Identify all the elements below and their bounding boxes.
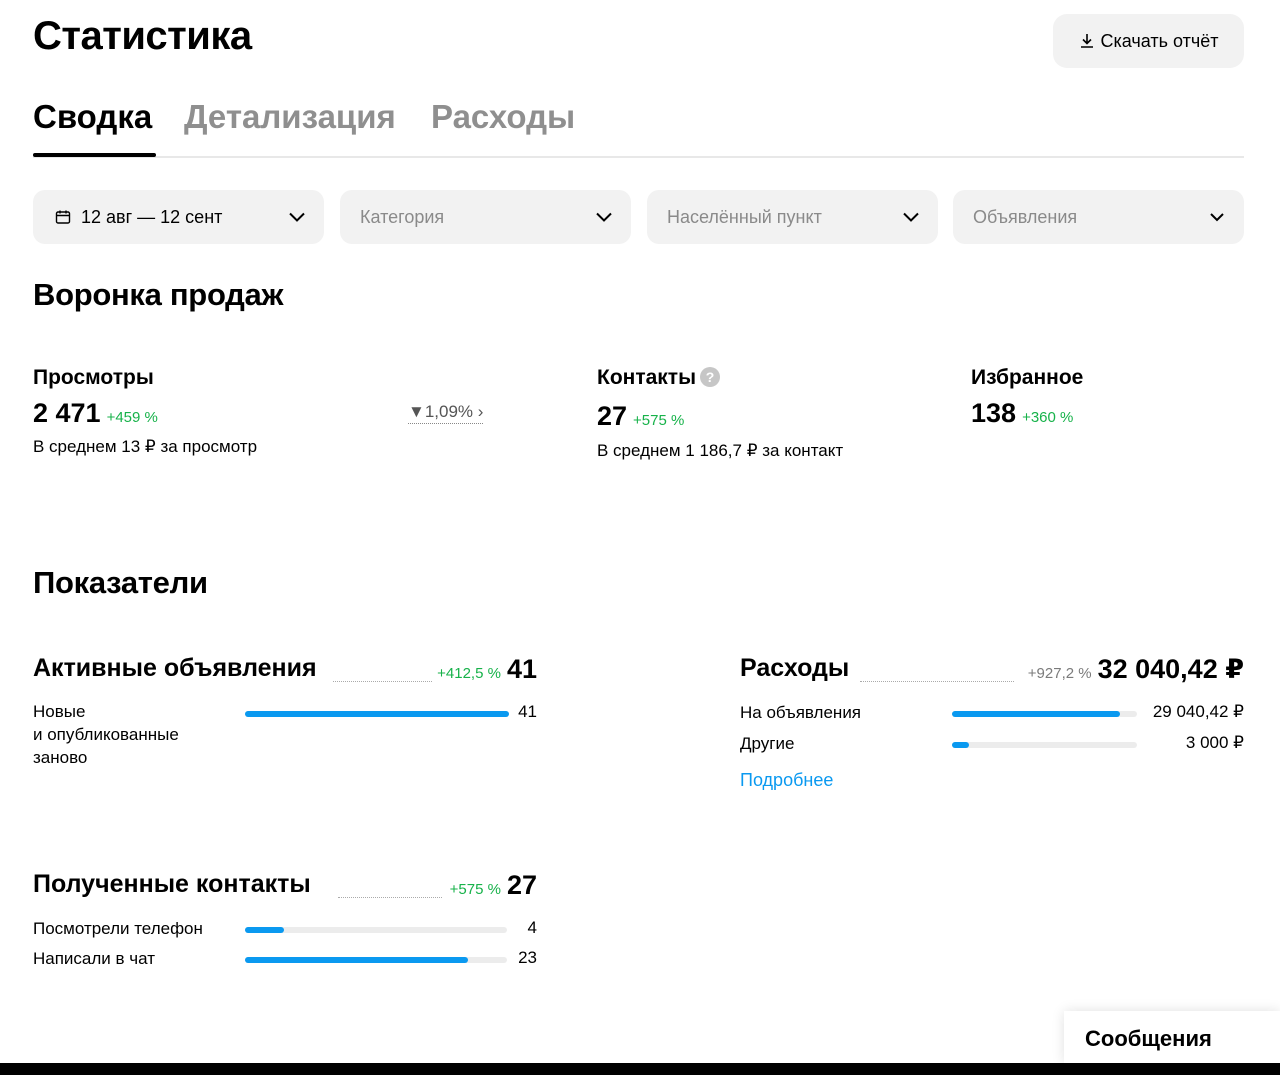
contacts-average: В среднем 1 186,7 ₽ за контакт — [597, 441, 844, 460]
period-value: 12 авг — 12 сент — [81, 206, 223, 227]
download-report-label: Скачать отчёт — [1100, 30, 1219, 51]
contacts-value: 27 +575 % — [597, 401, 684, 432]
category-select[interactable]: Категория — [340, 190, 631, 244]
contacts-received-title: Полученные контакты — [33, 870, 315, 899]
expenses-ads-bar-fill — [952, 711, 1120, 717]
expenses-ads-bar — [952, 711, 1137, 717]
bottom-bar — [0, 1063, 1280, 1075]
tab-details[interactable]: Детализация — [184, 98, 396, 136]
chevron-down-icon — [1210, 213, 1224, 222]
contacts-received-number: 27 — [506, 870, 537, 900]
chevron-right-icon: › — [473, 402, 484, 421]
calendar-icon — [55, 210, 71, 224]
expenses-ads-label: На объявления — [740, 703, 862, 722]
funnel-title: Воронка продаж — [33, 277, 284, 312]
favorites-number: 138 — [971, 398, 1017, 428]
active-ads-bar-fill — [245, 711, 509, 717]
views-label: Просмотры — [33, 366, 154, 389]
expenses-title: Расходы — [740, 654, 854, 683]
chat-messages-label: Написали в чат — [33, 949, 156, 968]
active-ads-row-label: Новые и опубликованные заново — [33, 702, 179, 767]
chat-messages-bar — [245, 957, 507, 963]
active-tab-indicator — [33, 153, 156, 157]
chat-messages-bar-fill — [245, 957, 469, 963]
chat-messages-value: 23 — [518, 948, 537, 967]
expenses-number: 32 040,42 ₽ — [1097, 654, 1244, 684]
views-number: 2 471 — [33, 398, 101, 428]
conversion-value: 1,09% — [424, 402, 474, 421]
contacts-delta: +575 % — [633, 412, 685, 429]
chevron-down-icon — [596, 212, 612, 222]
views-average: В среднем 13 ₽ за просмотр — [33, 437, 258, 456]
expenses-other-bar-fill — [952, 742, 970, 748]
dotted-leader — [338, 897, 442, 898]
dotted-leader — [860, 681, 1014, 682]
messages-button[interactable]: Сообщения — [1064, 1011, 1280, 1063]
active-ads-bar — [245, 711, 509, 717]
page-title: Статистика — [33, 14, 252, 58]
phone-views-value: 4 — [527, 918, 537, 937]
chevron-down-icon — [903, 212, 919, 222]
expenses-header: Расходы +927,2 % 32 040,42 ₽ — [740, 654, 1244, 688]
tabs-bar: Сводка Детализация Расходы — [33, 98, 1244, 158]
expenses-delta: +927,2 % — [1027, 665, 1092, 682]
tab-summary[interactable]: Сводка — [33, 98, 152, 136]
period-select[interactable]: 12 авг — 12 сент — [33, 190, 324, 244]
active-ads-number: 41 — [506, 654, 537, 684]
expenses-other-value: 3 000 ₽ — [1185, 733, 1244, 752]
ads-placeholder: Объявления — [973, 206, 1078, 227]
expenses-other-bar — [952, 742, 1137, 748]
download-icon — [1080, 34, 1093, 48]
views-delta: +459 % — [106, 409, 158, 426]
funnel-icon: ▼ — [408, 402, 425, 421]
contacts-received-delta: +575 % — [449, 881, 501, 898]
favorites-value: 138 +360 % — [971, 398, 1073, 429]
contacts-received-header: Полученные контакты +575 % 27 — [33, 870, 537, 904]
favorites-label: Избранное — [971, 366, 1084, 389]
contacts-received-total: +575 % 27 — [445, 870, 537, 901]
indicators-title: Показатели — [33, 565, 208, 600]
chevron-down-icon — [289, 212, 305, 222]
phone-views-label: Посмотрели телефон — [33, 919, 203, 938]
active-ads-delta: +412,5 % — [437, 665, 501, 682]
ads-select[interactable]: Объявления — [953, 190, 1244, 244]
contacts-label-text: Контакты — [597, 366, 697, 389]
tab-expenses[interactable]: Расходы — [431, 98, 575, 136]
views-value: 2 471 +459 % — [33, 398, 158, 429]
help-icon[interactable]: ? — [700, 367, 721, 387]
conversion-link[interactable]: ▼1,09% › — [408, 402, 484, 424]
active-ads-header: Активные объявления +412,5 % 41 — [33, 654, 537, 688]
active-ads-row-value: 41 — [518, 702, 537, 721]
phone-views-bar — [245, 927, 507, 933]
category-placeholder: Категория — [360, 206, 445, 227]
dotted-leader — [333, 681, 442, 682]
expenses-ads-value: 29 040,42 ₽ — [1152, 702, 1244, 721]
city-select[interactable]: Населённый пункт — [647, 190, 938, 244]
active-ads-title: Активные объявления — [33, 654, 321, 683]
favorites-delta: +360 % — [1022, 409, 1074, 426]
city-placeholder: Населённый пункт — [667, 206, 822, 227]
expenses-total: +927,2 % 32 040,42 ₽ — [1023, 654, 1244, 685]
download-report-button[interactable]: Скачать отчёт — [1053, 14, 1244, 68]
expenses-other-label: Другие — [740, 734, 795, 753]
phone-views-bar-fill — [245, 927, 284, 933]
contacts-number: 27 — [597, 401, 628, 431]
active-ads-total: +412,5 % 41 — [433, 654, 537, 685]
contacts-label: Контакты? — [597, 366, 721, 390]
more-details-link[interactable]: Подробнее — [740, 770, 833, 791]
